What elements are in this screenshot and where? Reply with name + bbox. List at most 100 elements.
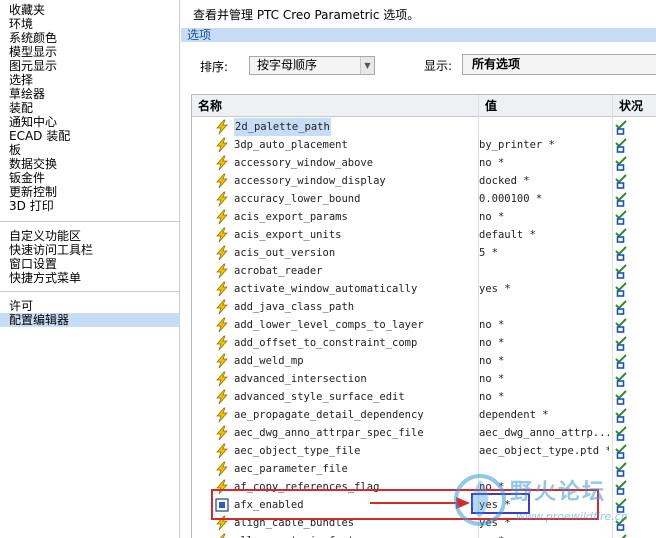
option-name: add_java_class_path: [234, 301, 355, 313]
show-filter-dropdown[interactable]: 所有选项: [462, 54, 656, 75]
nav-item[interactable]: 系统颜色: [0, 31, 180, 45]
option-value[interactable]: no *: [479, 388, 609, 406]
status-check-icon: [613, 281, 629, 297]
nav-divider: [0, 221, 180, 222]
nav-item[interactable]: 模型显示: [0, 45, 180, 59]
table-row[interactable]: 2d_palette_path: [192, 118, 656, 136]
option-name: accessory_window_above: [234, 157, 374, 169]
option-value[interactable]: no *: [479, 352, 609, 370]
option-value[interactable]: default *: [479, 226, 609, 244]
option-value[interactable]: 0.000100 *: [479, 190, 609, 208]
option-name: ae_propagate_detail_dependency: [234, 409, 424, 421]
table-row[interactable]: accuracy_lower_bound 0.000100 *: [192, 190, 656, 208]
option-value[interactable]: dependent *: [479, 406, 609, 424]
option-name: activate_window_automatically: [234, 283, 418, 295]
option-value[interactable]: [479, 460, 609, 478]
status-check-icon: [613, 155, 629, 171]
table-row[interactable]: 3dp_auto_placement by_printer *: [192, 136, 656, 154]
lightning-icon: [214, 407, 230, 423]
lightning-icon: [214, 245, 230, 261]
nav-item[interactable]: 环境: [0, 17, 180, 31]
option-value[interactable]: no *: [479, 334, 609, 352]
table-row[interactable]: aec_dwg_anno_attrpar_spec_file aec_dwg_an…: [192, 424, 656, 442]
table-row[interactable]: add_weld_mp no *: [192, 352, 656, 370]
nav-item[interactable]: 通知中心: [0, 115, 180, 129]
nav-item[interactable]: 自定义功能区: [0, 229, 180, 243]
option-name: accuracy_lower_bound: [234, 193, 361, 205]
option-name: add_offset_to_constraint_comp: [234, 337, 418, 349]
nav-group-customize: 自定义功能区 快速访问工具栏 窗口设置 快捷方式菜单: [0, 229, 180, 285]
column-header-value[interactable]: 值: [479, 95, 613, 117]
nav-item[interactable]: 3D 打印: [0, 199, 180, 213]
option-value[interactable]: no *: [479, 370, 609, 388]
nav-item[interactable]: 板: [0, 143, 180, 157]
nav-item[interactable]: 选择: [0, 73, 180, 87]
table-row[interactable]: accessory_window_above no *: [192, 154, 656, 172]
nav-item[interactable]: 快捷方式菜单: [0, 271, 180, 285]
option-name: add_lower_level_comps_to_layer: [234, 319, 424, 331]
table-row[interactable]: advanced_style_surface_edit no *: [192, 388, 656, 406]
lightning-icon: [214, 173, 230, 189]
table-row[interactable]: activate_window_automatically yes *: [192, 280, 656, 298]
table-row[interactable]: aec_object_type_file aec_object_type.ptd …: [192, 442, 656, 460]
table-row[interactable]: allow_anatomic_features no *: [192, 532, 656, 538]
option-value[interactable]: no *: [479, 532, 609, 538]
table-row[interactable]: add_lower_level_comps_to_layer no *: [192, 316, 656, 334]
option-value[interactable]: no *: [479, 316, 609, 334]
nav-item[interactable]: 许可: [0, 299, 180, 313]
table-row[interactable]: acis_export_params no *: [192, 208, 656, 226]
option-value[interactable]: yes *: [479, 280, 609, 298]
option-name: aec_object_type_file: [234, 445, 361, 457]
table-row[interactable]: ae_propagate_detail_dependency dependent …: [192, 406, 656, 424]
table-row[interactable]: advanced_intersection no *: [192, 370, 656, 388]
nav-item[interactable]: 装配: [0, 101, 180, 115]
status-check-icon: [613, 209, 629, 225]
table-row[interactable]: accessory_window_display docked *: [192, 172, 656, 190]
option-value[interactable]: 5 *: [479, 244, 609, 262]
status-check-icon: [613, 191, 629, 207]
option-value[interactable]: docked *: [479, 172, 609, 190]
status-check-icon: [613, 479, 629, 495]
option-value[interactable]: by_printer *: [479, 136, 609, 154]
status-check-icon: [613, 443, 629, 459]
option-name: advanced_intersection: [234, 373, 367, 385]
column-header-status[interactable]: 状况: [613, 95, 656, 117]
option-name: 2d_palette_path: [234, 118, 331, 136]
status-check-icon: [613, 263, 629, 279]
option-name: advanced_style_surface_edit: [234, 391, 405, 403]
option-value[interactable]: aec_dwg_anno_attrp...: [479, 424, 609, 442]
option-value[interactable]: aec_object_type.ptd *: [479, 442, 609, 460]
option-value[interactable]: [479, 118, 609, 136]
lightning-icon: [214, 281, 230, 297]
nav-item[interactable]: 钣金件: [0, 171, 180, 185]
lightning-icon: [214, 209, 230, 225]
option-value[interactable]: no *: [479, 154, 609, 172]
table-row[interactable]: add_offset_to_constraint_comp no *: [192, 334, 656, 352]
lightning-icon: [214, 299, 230, 315]
table-row[interactable]: acis_export_units default *: [192, 226, 656, 244]
status-check-icon: [613, 515, 629, 531]
table-row[interactable]: add_java_class_path: [192, 298, 656, 316]
nav-divider: [0, 291, 180, 292]
nav-item[interactable]: 快速访问工具栏: [0, 243, 180, 257]
column-header-name[interactable]: 名称: [192, 95, 479, 117]
nav-item[interactable]: 数据交换: [0, 157, 180, 171]
nav-item[interactable]: 图元显示: [0, 59, 180, 73]
chevron-down-icon[interactable]: ▼: [360, 57, 374, 74]
table-row[interactable]: acis_out_version 5 *: [192, 244, 656, 262]
lightning-icon: [214, 389, 230, 405]
nav-item[interactable]: 更新控制: [0, 185, 180, 199]
nav-item[interactable]: 窗口设置: [0, 257, 180, 271]
option-value[interactable]: no *: [479, 208, 609, 226]
sort-dropdown[interactable]: 按字母顺序 ▼: [249, 56, 375, 75]
nav-item[interactable]: ECAD 装配: [0, 129, 180, 143]
option-value[interactable]: [479, 262, 609, 280]
nav-item[interactable]: 收藏夹: [0, 3, 180, 17]
nav-item[interactable]: 配置编辑器: [0, 313, 180, 327]
table-row[interactable]: aec_parameter_file: [192, 460, 656, 478]
nav-item[interactable]: 草绘器: [0, 87, 180, 101]
table-row[interactable]: acrobat_reader: [192, 262, 656, 280]
lightning-icon: [214, 191, 230, 207]
option-value[interactable]: [479, 298, 609, 316]
option-name: accessory_window_display: [234, 175, 386, 187]
